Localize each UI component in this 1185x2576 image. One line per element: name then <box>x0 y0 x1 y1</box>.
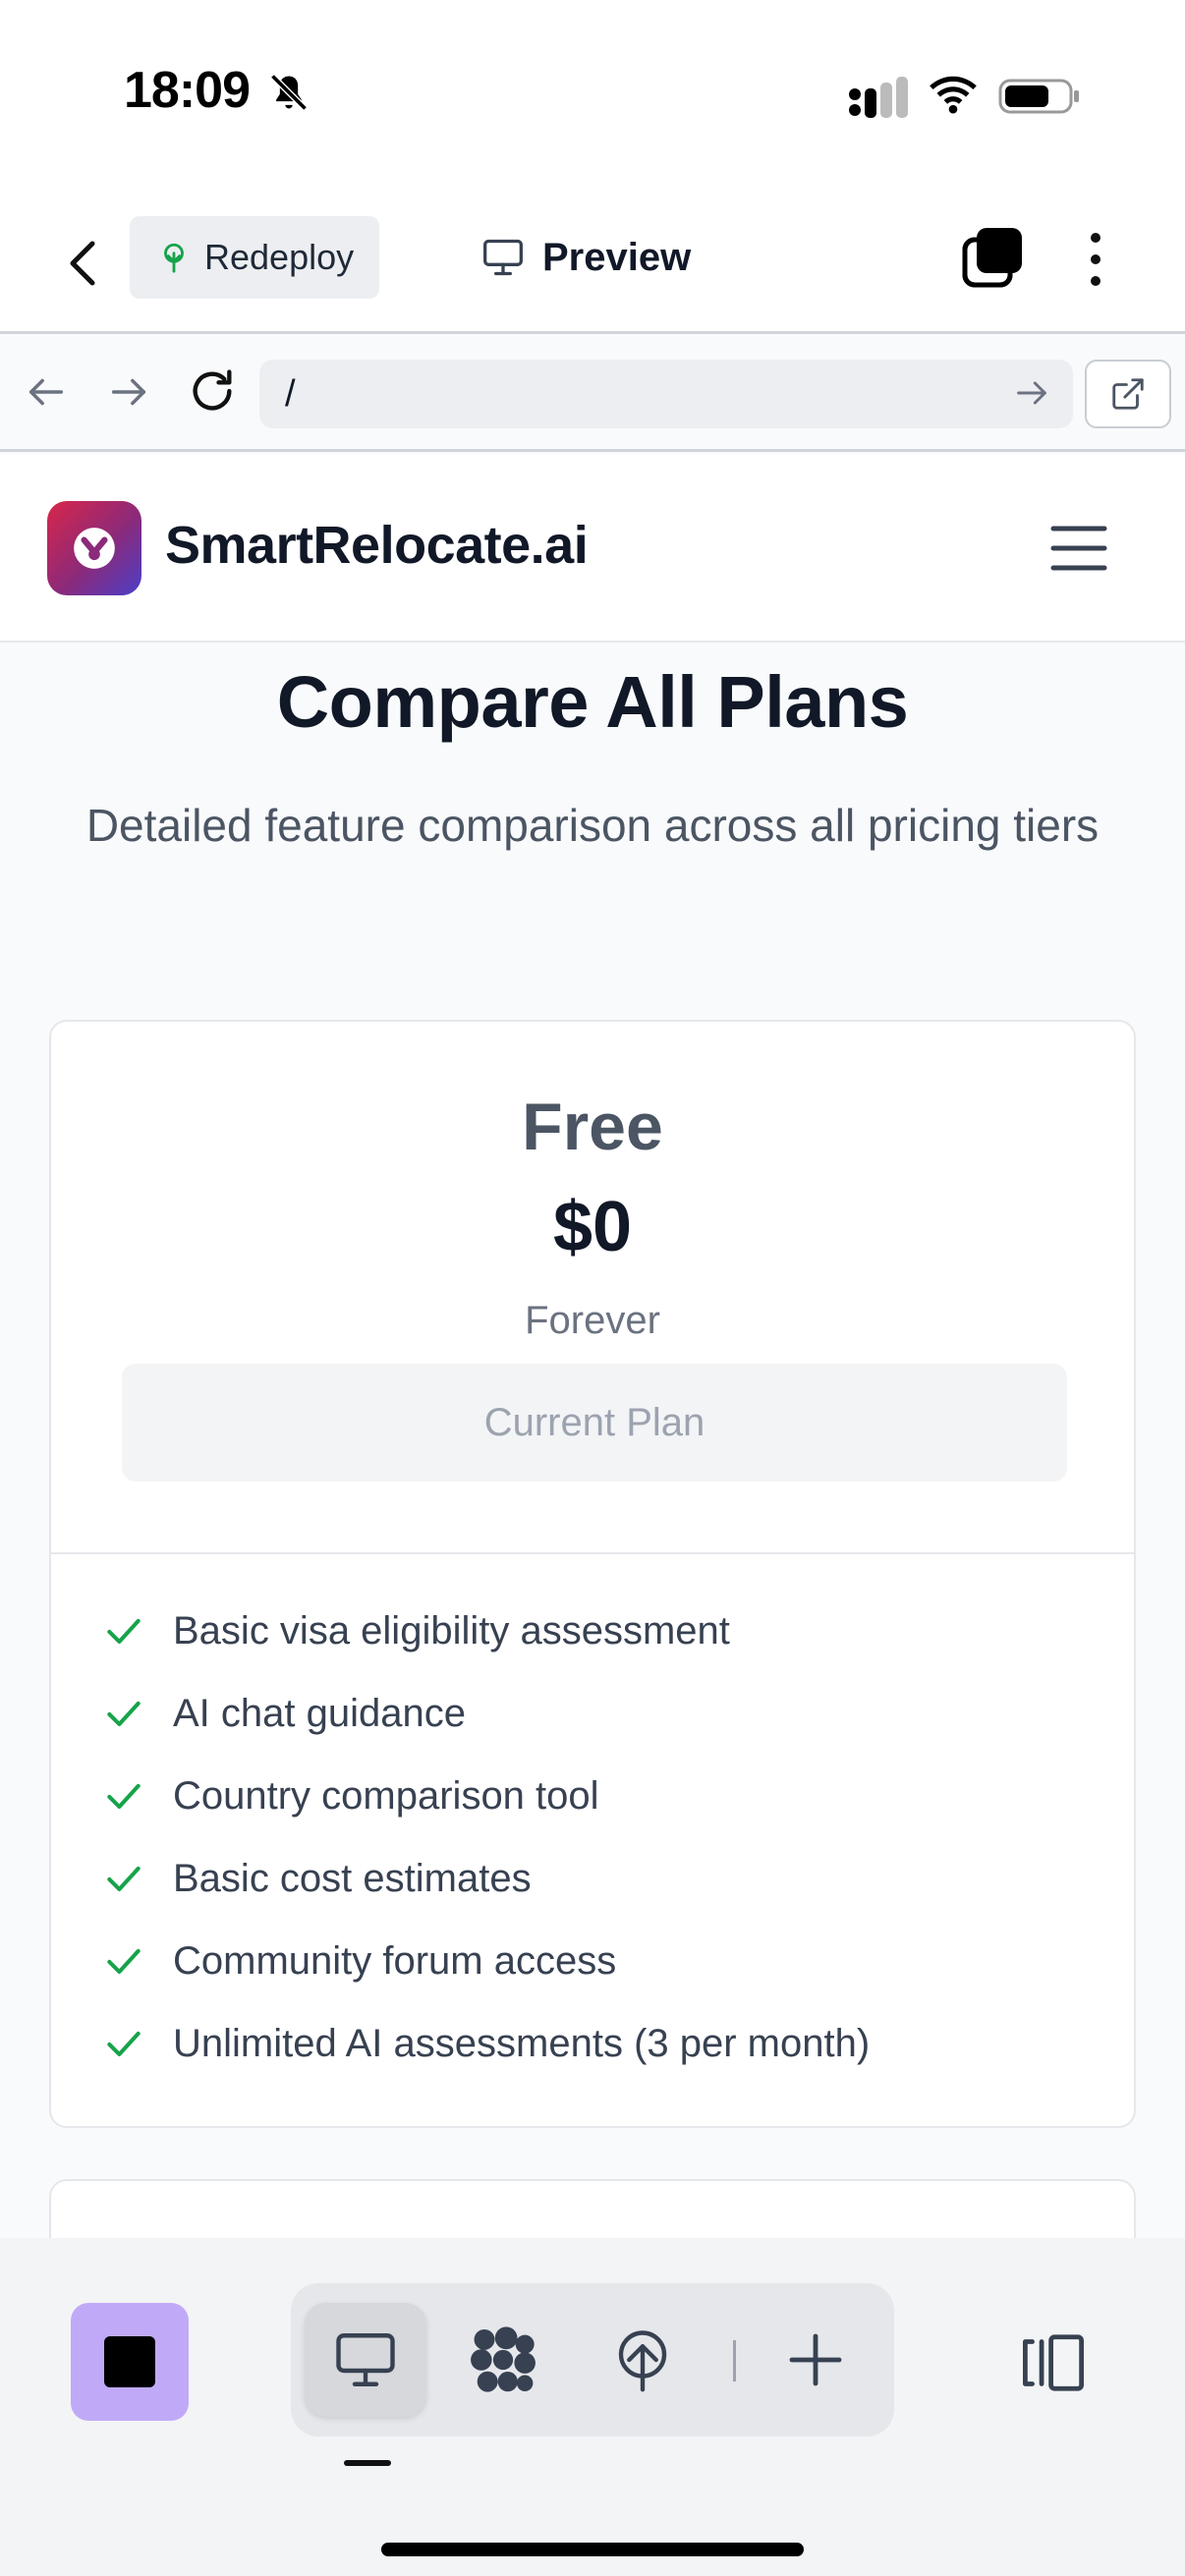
deploy-tree-icon <box>164 243 184 273</box>
check-icon <box>107 1701 141 1727</box>
preview-view-button[interactable] <box>305 2303 426 2417</box>
status-time: 18:09 <box>124 62 251 119</box>
side-panel-icon <box>1023 2334 1085 2391</box>
site-header: SmartRelocate.ai <box>0 454 1185 643</box>
open-external-button[interactable] <box>1085 360 1171 428</box>
wifi-icon <box>930 76 977 114</box>
redeploy-label: Redeploy <box>204 237 355 277</box>
plan-price: $0 <box>552 1188 633 1266</box>
tool-separator <box>733 2340 736 2381</box>
view-tool-group <box>291 2283 894 2436</box>
page-title: Compare All Plans <box>276 661 909 743</box>
feature-label: Basic cost estimates <box>173 1856 532 1900</box>
feature-item: Community forum access <box>102 1920 870 2002</box>
stop-square-icon <box>104 2336 155 2387</box>
browser-bar: / <box>0 336 1185 452</box>
integrations-button[interactable] <box>442 2303 564 2417</box>
deploy-tree-icon <box>618 2330 667 2392</box>
active-tab-indicator <box>344 2460 391 2466</box>
plan-card-free: Free $0 Forever Current Plan Basic visa … <box>49 1020 1136 2128</box>
brand-logo[interactable] <box>47 501 141 595</box>
plan-name: Free <box>522 1090 663 1164</box>
feature-item: Country comparison tool <box>102 1755 870 1837</box>
bell-slash-icon <box>270 74 308 111</box>
stop-button[interactable] <box>71 2303 189 2421</box>
nav-forward-icon[interactable] <box>106 369 151 415</box>
external-link-icon <box>1112 378 1144 410</box>
plan-period: Forever <box>525 1299 660 1342</box>
preview-tab[interactable]: Preview <box>481 216 691 299</box>
back-chevron-icon[interactable] <box>55 232 110 295</box>
battery-icon <box>998 79 1079 114</box>
plan-card-next <box>49 2179 1136 2238</box>
home-indicator <box>381 2543 804 2556</box>
signal-icon <box>849 77 908 118</box>
page-subtitle: Detailed feature comparison across all p… <box>85 800 1100 851</box>
windows-switcher-icon[interactable] <box>961 226 1024 289</box>
hamburger-menu-icon[interactable] <box>1049 523 1108 574</box>
more-options-icon[interactable] <box>1081 228 1110 291</box>
bottom-bar <box>0 2238 1185 2576</box>
feature-list: Basic visa eligibility assessment AI cha… <box>102 1590 870 2085</box>
side-panel-button[interactable] <box>1016 2311 1091 2415</box>
check-icon <box>107 1783 141 1810</box>
check-icon <box>107 2031 141 2057</box>
url-go-arrow-icon[interactable] <box>1012 373 1051 413</box>
url-input[interactable]: / <box>259 360 1073 428</box>
feature-label: Unlimited AI assessments (3 per month) <box>173 2021 871 2065</box>
feature-item: Unlimited AI assessments (3 per month) <box>102 2002 870 2085</box>
check-icon <box>107 1866 141 1892</box>
logo-mark-icon <box>74 528 115 569</box>
add-tool-button[interactable] <box>755 2303 876 2417</box>
feature-label: Basic visa eligibility assessment <box>173 1608 730 1652</box>
brand-name[interactable]: SmartRelocate.ai <box>165 515 589 576</box>
feature-item: AI chat guidance <box>102 1672 870 1755</box>
feature-label: AI chat guidance <box>173 1691 466 1735</box>
reload-icon[interactable] <box>187 365 238 417</box>
url-text: / <box>285 372 296 415</box>
current-plan-button[interactable]: Current Plan <box>122 1364 1067 1482</box>
feature-item: Basic cost estimates <box>102 1837 870 1920</box>
preview-label: Preview <box>542 235 692 279</box>
app-toolbar: Redeploy Preview <box>0 196 1185 334</box>
deploy-button[interactable] <box>582 2303 704 2417</box>
main-content: Compare All Plans Detailed feature compa… <box>0 643 1185 2238</box>
status-bar: 18:09 <box>0 0 1185 196</box>
feature-label: Community forum access <box>173 1938 617 1983</box>
nav-back-icon[interactable] <box>24 369 69 415</box>
check-icon <box>107 1948 141 1975</box>
feature-label: Country comparison tool <box>173 1773 599 1818</box>
monitor-icon <box>483 239 523 276</box>
check-icon <box>107 1618 141 1645</box>
feature-item: Basic visa eligibility assessment <box>102 1590 870 1672</box>
plus-icon <box>789 2333 842 2386</box>
redeploy-button[interactable]: Redeploy <box>130 216 379 299</box>
blobs-icon <box>471 2326 536 2392</box>
card-divider <box>51 1552 1134 1554</box>
monitor-icon <box>336 2333 395 2386</box>
